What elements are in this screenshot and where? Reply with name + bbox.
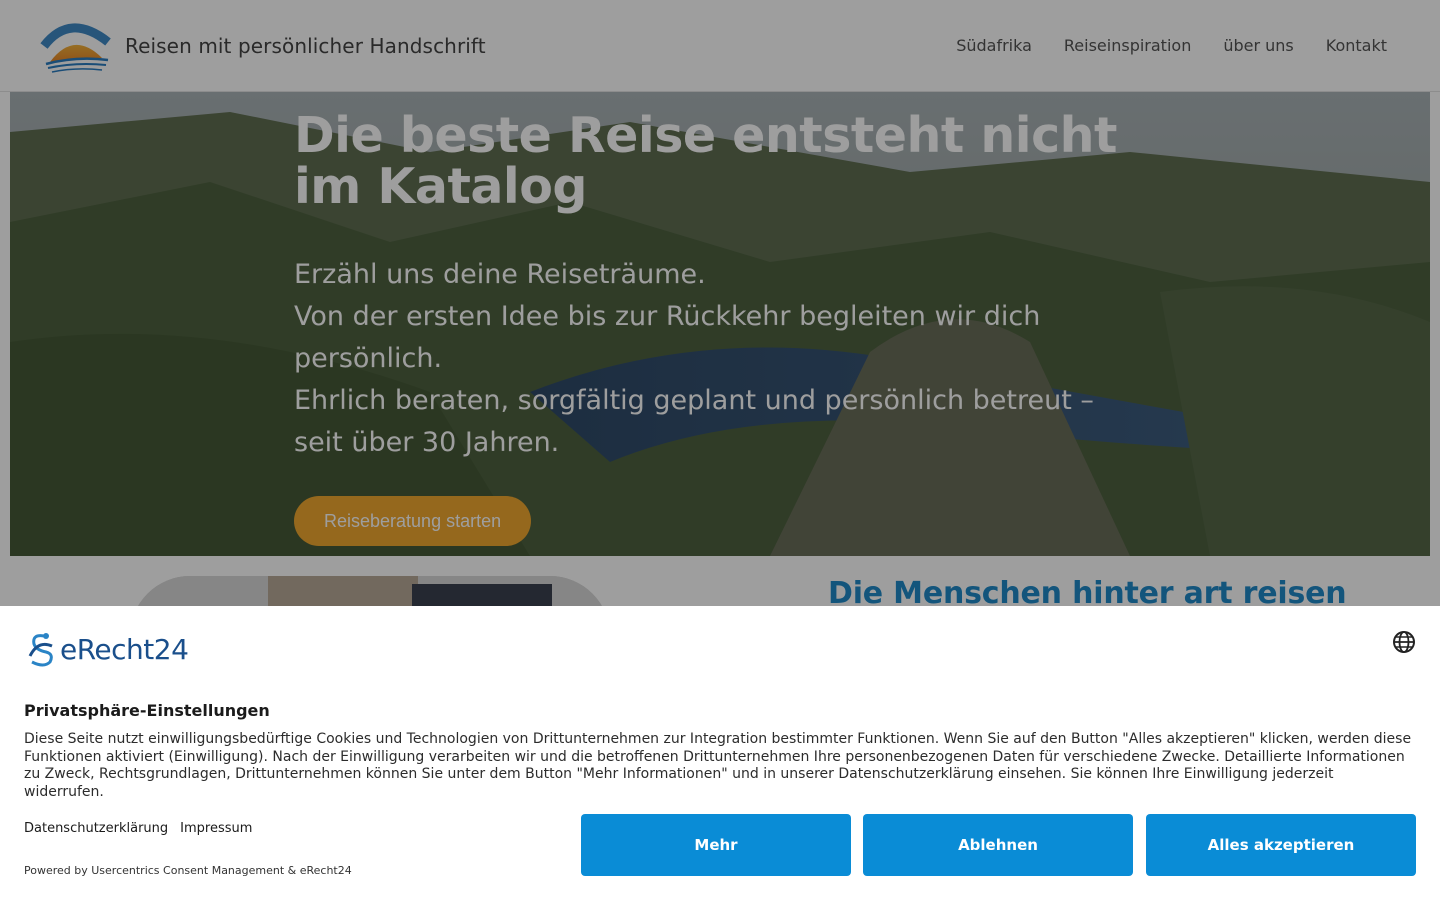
imprint-link[interactable]: Impressum [180,821,252,836]
consent-description: Diese Seite nutzt einwilligungsbedürftig… [24,731,1412,800]
privacy-policy-link[interactable]: Datenschutzerklärung [24,821,168,836]
erecht24-logo: eRecht24 [24,630,189,668]
more-button[interactable]: Mehr [581,814,851,876]
erecht24-wordmark: eRecht24 [60,632,189,666]
consent-title: Privatsphäre-Einstellungen [24,701,270,720]
language-globe-icon[interactable] [1392,630,1416,654]
powered-by-text: Powered by Usercentrics Consent Manageme… [24,864,352,877]
accept-all-button[interactable]: Alles akzeptieren [1146,814,1416,876]
erecht24-mark-icon [28,633,53,667]
consent-links: Datenschutzerklärung Impressum [24,821,252,836]
decline-button[interactable]: Ablehnen [863,814,1133,876]
